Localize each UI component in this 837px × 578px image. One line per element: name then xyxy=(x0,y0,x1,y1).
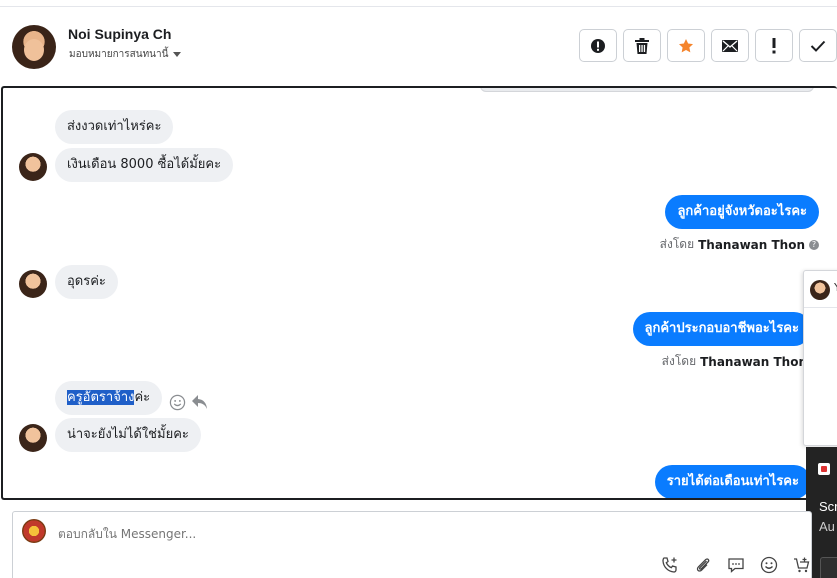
paperclip-icon xyxy=(696,558,710,572)
saved-replies-button[interactable] xyxy=(725,554,747,576)
smiley-icon xyxy=(760,556,778,574)
chat-bubble-icon xyxy=(728,558,744,573)
selected-text[interactable]: ครูอัตราจ้าง xyxy=(67,390,135,405)
card-divider xyxy=(804,307,837,308)
attach-button[interactable] xyxy=(692,554,714,576)
popup-subtitle: Au xyxy=(819,519,835,534)
caret-down-icon xyxy=(173,52,182,57)
contact-avatar-small xyxy=(19,270,47,298)
sender-name: Thanawan Thon xyxy=(700,354,807,369)
page-logo-avatar xyxy=(22,519,46,543)
conversation-actions xyxy=(579,29,837,62)
message-bubble-outgoing[interactable]: ลูกค้าประกอบอาชีพอะไรคะ xyxy=(632,312,811,346)
exclamation-circle-icon xyxy=(591,38,605,53)
message-bubble-incoming[interactable]: น่าจะยังไม่ได้ใช่มั้ยคะ xyxy=(55,418,201,452)
popup-title: Scr xyxy=(819,499,837,514)
sender-name: Thanawan Thon xyxy=(698,237,805,252)
delete-button[interactable] xyxy=(623,29,661,62)
contact-avatar-small xyxy=(19,424,47,452)
message-bubble-outgoing[interactable]: รายได้ต่อเดือนเท่าไรคะ xyxy=(654,465,811,498)
message-bubble-incoming[interactable]: เงินเดือน 8000 ซื้อได้มั้ยคะ xyxy=(55,148,234,182)
sent-by-label: ส่งโดย Thanawan Thon ? xyxy=(660,235,819,254)
reply-arrow-icon[interactable] xyxy=(191,393,209,411)
mark-unread-button[interactable] xyxy=(711,29,749,62)
trash-icon xyxy=(635,37,649,54)
conversation-header: Noi Supinya Ch มอบหมายการสนทนานี้ xyxy=(0,0,837,86)
star-icon xyxy=(679,38,693,52)
popup-button[interactable] xyxy=(820,557,837,578)
star-button[interactable] xyxy=(667,29,705,62)
reply-composer xyxy=(12,511,812,578)
spam-button[interactable] xyxy=(579,29,617,62)
sent-by-prefix: ส่งโดย xyxy=(659,237,695,251)
shop-cart-button[interactable] xyxy=(791,554,813,576)
assign-label: มอบหมายการสนทนานี้ xyxy=(69,49,169,60)
check-icon xyxy=(810,40,826,52)
message-bubble-incoming[interactable]: ส่งงวดเท่าไหร่คะ xyxy=(55,110,174,144)
exclamation-icon xyxy=(772,37,776,53)
add-call-button[interactable] xyxy=(659,554,681,576)
top-divider xyxy=(0,6,837,7)
reply-input[interactable] xyxy=(58,527,358,541)
previous-message-fragment xyxy=(480,88,814,92)
done-button[interactable] xyxy=(799,29,837,62)
flag-button[interactable] xyxy=(755,29,793,62)
chat-head-card[interactable]: Y xyxy=(803,270,837,446)
contact-name[interactable]: Noi Supinya Ch xyxy=(68,26,171,42)
react-smiley-icon[interactable] xyxy=(169,394,186,411)
sent-by-label: ส่งโดย Thanawan Thon xyxy=(662,352,807,371)
message-bubble-incoming[interactable]: ครูอัตราจ้างค่ะ xyxy=(55,381,163,415)
phone-plus-icon xyxy=(662,557,677,573)
message-thread[interactable]: ส่งงวดเท่าไหร่คะ เงินเดือน 8000 ซื้อได้ม… xyxy=(1,86,837,500)
cart-plus-icon xyxy=(794,557,810,573)
message-bubble-outgoing[interactable]: ลูกค้าอยู่จังหวัดอะไรคะ xyxy=(665,195,819,229)
contact-avatar-small xyxy=(19,153,47,181)
message-bubble-incoming[interactable]: อุดรค่ะ xyxy=(55,265,118,299)
sent-by-prefix: ส่งโดย xyxy=(661,354,697,368)
chat-head-avatar xyxy=(810,280,830,300)
assign-conversation-dropdown[interactable]: มอบหมายการสนทนานี้ xyxy=(69,47,182,62)
help-icon[interactable]: ? xyxy=(809,239,819,250)
contact-avatar[interactable] xyxy=(12,25,56,69)
envelope-icon xyxy=(722,39,738,52)
app-icon xyxy=(818,463,830,475)
composer-toolbar xyxy=(659,554,813,576)
emoji-button[interactable] xyxy=(758,554,780,576)
message-text: ค่ะ xyxy=(134,390,151,405)
